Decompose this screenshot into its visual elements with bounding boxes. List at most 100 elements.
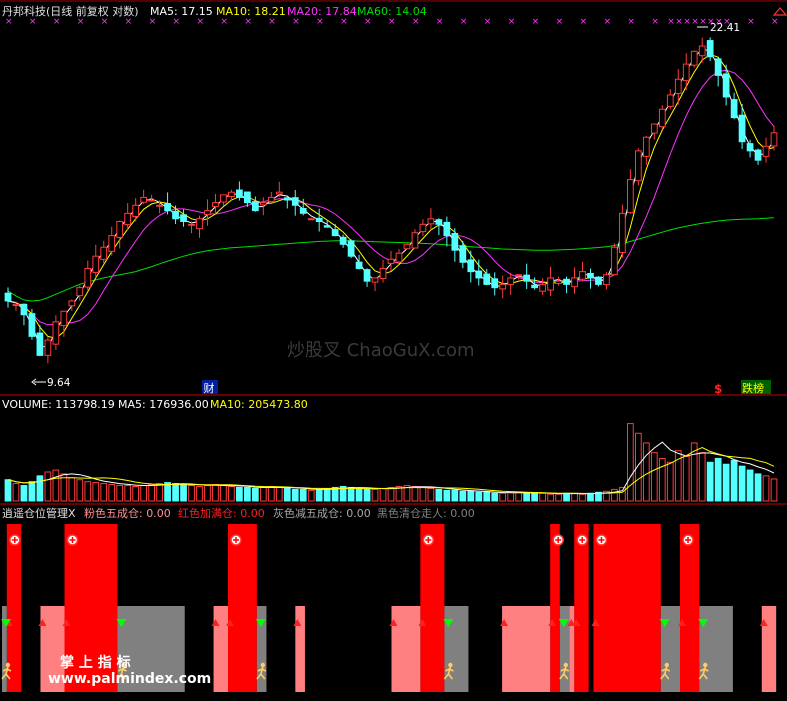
plus-circle-icon	[576, 534, 588, 546]
volume-bar	[44, 471, 52, 502]
svg-text:跌榜: 跌榜	[742, 381, 764, 395]
volume-bar	[714, 457, 722, 502]
dieban-badge[interactable]: 跌榜	[741, 380, 771, 395]
finance-badge[interactable]: 财	[202, 380, 218, 395]
candle-body	[20, 303, 28, 316]
candle-body	[427, 218, 435, 225]
watermark: 炒股叉 ChaoGuX.com	[287, 340, 475, 361]
candle	[28, 308, 36, 340]
kline-chart[interactable]: 丹邦科技(日线 前复权 对数) MA5: 17.15 MA10: 18.21 M…	[0, 0, 787, 697]
candle-body	[547, 277, 554, 291]
volume-bar	[658, 457, 666, 502]
indicator-name: 逍遥仓位管理X	[2, 506, 76, 520]
candle-body	[475, 270, 483, 279]
volume-bar	[164, 482, 171, 502]
candle-body	[236, 189, 243, 198]
signal-x-mark: ×	[436, 17, 444, 27]
candle-body	[467, 259, 475, 273]
candle	[611, 243, 618, 276]
volume-bar	[539, 492, 546, 502]
signal-x-mark: ×	[220, 17, 228, 27]
volume-bar	[587, 492, 594, 502]
volume-bar	[36, 475, 44, 502]
candle-body	[275, 191, 283, 195]
candle-body	[714, 58, 722, 76]
volume-bar	[459, 490, 467, 502]
volume-bar	[228, 485, 235, 502]
volume-bar	[196, 485, 203, 502]
volume-bar	[52, 469, 60, 502]
candle-body	[283, 197, 291, 201]
signal-x-mark: ×	[340, 17, 348, 27]
candle-body	[754, 149, 762, 161]
candle-body	[315, 217, 323, 223]
candle-body	[323, 225, 331, 228]
volume-label: VOLUME: 113798.19	[2, 398, 115, 411]
volume-bar	[212, 484, 219, 502]
volume-bar	[188, 485, 195, 502]
signal-x-mark: ×	[268, 17, 276, 27]
volume-bar	[100, 483, 108, 502]
candle-body	[92, 255, 100, 273]
candle-body	[68, 300, 76, 307]
candle-body	[722, 73, 730, 98]
band-pink	[391, 606, 421, 692]
band-pink	[569, 606, 575, 692]
band-pink	[502, 606, 551, 692]
candle-body	[666, 94, 674, 107]
volume-bar	[611, 488, 618, 502]
signal-x-mark: ×	[316, 17, 324, 27]
signal-x-mark: ×	[5, 17, 13, 27]
plus-circle-icon	[422, 534, 435, 546]
candle-body	[116, 221, 124, 238]
volume-bar	[563, 492, 570, 502]
volume-bar	[371, 488, 379, 502]
svg-text:22.41: 22.41	[710, 22, 740, 34]
candle-body	[515, 274, 523, 277]
volume-bar	[523, 492, 531, 502]
candle-body	[531, 284, 539, 289]
candle-body	[299, 207, 307, 214]
volume-bar	[204, 485, 211, 502]
signal-x-mark: ×	[364, 17, 372, 27]
volume-bar	[451, 489, 459, 502]
candle-body	[539, 283, 546, 292]
candle-body	[164, 203, 171, 212]
indicator-pink-label: 粉色五成仓: 0.00	[84, 506, 171, 520]
signal-x-mark: ×	[149, 17, 157, 27]
volume-bar	[770, 478, 778, 502]
volume-bar	[730, 459, 738, 502]
candle-body	[36, 332, 44, 356]
band-gray	[256, 606, 267, 692]
candle-body	[698, 45, 706, 57]
band-gray	[444, 606, 469, 692]
candle-body	[188, 223, 195, 226]
volume-bar	[76, 479, 84, 502]
volume-bar	[547, 493, 554, 502]
stock-chart-window[interactable]: 丹邦科技(日线 前复权 对数) MA5: 17.15 MA10: 18.21 M…	[0, 0, 787, 697]
candle-body	[243, 191, 251, 204]
candle-body	[611, 246, 618, 276]
volume-bar	[491, 492, 499, 502]
candle-body	[587, 272, 594, 279]
volume-bar	[435, 488, 443, 502]
volume-bar	[443, 489, 451, 502]
volume-bar	[347, 486, 355, 502]
volume-bar	[84, 481, 92, 502]
candle-body	[251, 201, 259, 212]
candle-body	[523, 274, 531, 282]
signal-x-mark: ×	[532, 17, 540, 27]
dollar-badge[interactable]: $	[714, 382, 722, 396]
candle-body	[172, 210, 179, 220]
brand-url[interactable]: www.palmindex.com	[48, 671, 211, 687]
candle-body	[563, 278, 570, 285]
candle	[634, 148, 642, 186]
candle-body	[730, 99, 738, 119]
candle	[403, 243, 411, 250]
candle-body	[100, 246, 108, 260]
candle-body	[108, 235, 116, 252]
candle-body	[4, 292, 12, 302]
volume-bar	[738, 465, 746, 502]
volume-bar	[379, 487, 387, 502]
candle-body	[682, 63, 690, 82]
